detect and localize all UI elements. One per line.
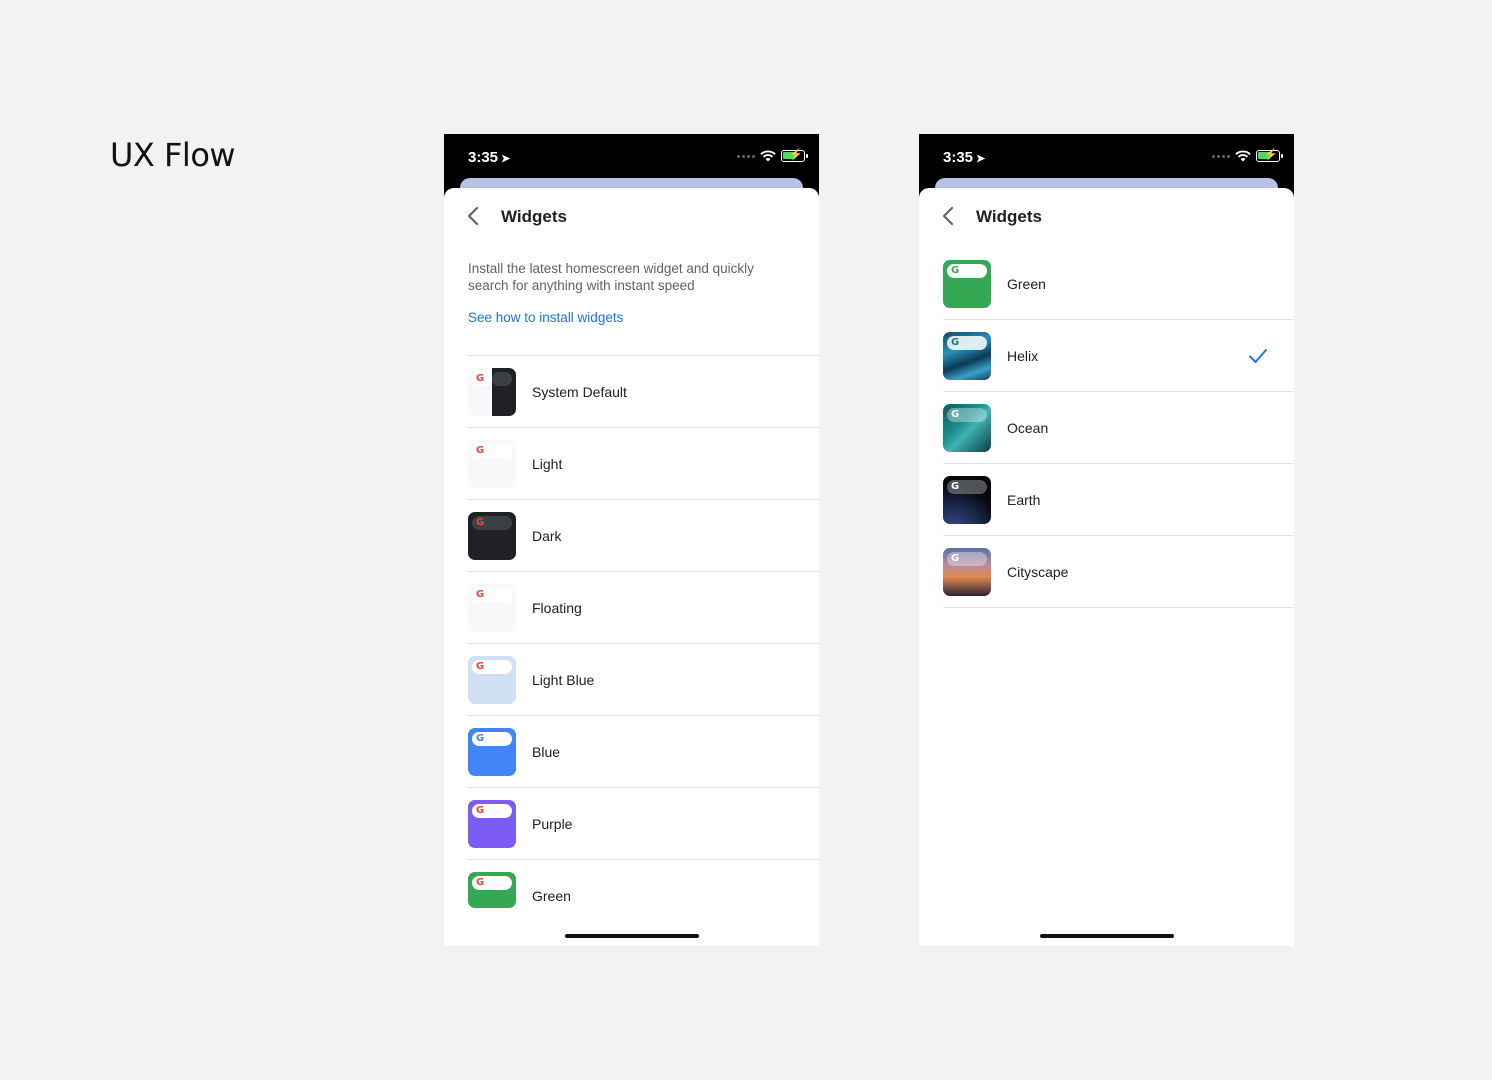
widget-style-list: G System Default G Light G Dark G Floati… <box>468 355 819 932</box>
status-time: 3:35 ➤ <box>943 149 986 166</box>
list-item-helix[interactable]: G Helix <box>943 320 1294 392</box>
google-logo-icon: G <box>476 661 485 672</box>
list-item-label: Purple <box>532 816 573 832</box>
widget-thumbnail: G <box>468 800 516 848</box>
widget-thumbnail: G <box>468 872 516 908</box>
google-logo-icon: G <box>951 409 960 420</box>
google-logo-icon: G <box>476 733 485 744</box>
list-item-label: Floating <box>532 600 582 616</box>
list-item-ocean[interactable]: G Ocean <box>943 392 1294 464</box>
widget-thumbnail: G <box>468 584 516 632</box>
home-indicator[interactable] <box>1040 934 1174 938</box>
widget-thumbnail: G <box>468 440 516 488</box>
list-item-earth[interactable]: G Earth <box>943 464 1294 536</box>
status-bar: 3:35 ➤ ⚡ <box>444 134 819 180</box>
google-logo-icon: G <box>476 805 485 816</box>
list-item-label: Light <box>532 456 563 472</box>
list-item-label: Cityscape <box>1007 564 1069 580</box>
list-item-label: Green <box>532 888 571 904</box>
battery-charging-icon: ⚡ <box>781 149 808 162</box>
list-item-system-default[interactable]: G System Default <box>468 356 819 428</box>
google-logo-icon: G <box>951 553 960 564</box>
nav-bar: Widgets <box>444 188 819 246</box>
nav-title: Widgets <box>501 207 567 226</box>
widgets-sheet: Widgets G Green G Helix G Ocean G Earth … <box>919 188 1294 946</box>
google-logo-icon: G <box>476 517 485 528</box>
list-item-blue[interactable]: G Blue <box>468 716 819 788</box>
list-item-green[interactable]: G Green <box>943 248 1294 320</box>
home-indicator[interactable] <box>565 934 699 938</box>
wifi-icon <box>760 150 776 162</box>
google-logo-icon: G <box>476 589 485 600</box>
location-arrow-icon: ➤ <box>501 153 511 165</box>
widget-theme-list: G Green G Helix G Ocean G Earth G Citysc… <box>943 248 1294 608</box>
widgets-sheet: Widgets Install the latest homescreen wi… <box>444 188 819 946</box>
list-item-dark[interactable]: G Dark <box>468 500 819 572</box>
google-logo-icon: G <box>951 337 960 348</box>
cell-signal-icon <box>1212 154 1230 158</box>
checkmark-icon <box>1249 349 1267 363</box>
list-item-label: Earth <box>1007 492 1041 508</box>
widget-thumbnail: G <box>943 404 991 452</box>
nav-title: Widgets <box>976 207 1042 226</box>
google-logo-icon: G <box>476 445 485 456</box>
list-item-label: Dark <box>532 528 562 544</box>
widget-thumbnail: G <box>943 332 991 380</box>
nav-bar: Widgets <box>919 188 1294 246</box>
list-item-green[interactable]: G Green <box>468 860 819 932</box>
list-item-floating[interactable]: G Floating <box>468 572 819 644</box>
status-bar: 3:35 ➤ ⚡ <box>919 134 1294 180</box>
list-item-light-blue[interactable]: G Light Blue <box>468 644 819 716</box>
google-logo-icon: G <box>476 373 485 384</box>
install-widgets-link[interactable]: See how to install widgets <box>468 310 623 325</box>
list-item-label: Green <box>1007 276 1046 292</box>
battery-charging-icon: ⚡ <box>1256 149 1283 162</box>
widget-thumbnail: G <box>943 260 991 308</box>
google-logo-icon: G <box>951 265 960 276</box>
widget-thumbnail: G <box>468 368 516 416</box>
location-arrow-icon: ➤ <box>976 153 986 165</box>
phone-screen-widgets-list: 3:35 ➤ ⚡ Widgets Install the latest homes… <box>444 134 819 946</box>
widget-thumbnail: G <box>468 656 516 704</box>
list-item-purple[interactable]: G Purple <box>468 788 819 860</box>
wifi-icon <box>1235 150 1251 162</box>
google-logo-icon: G <box>476 877 485 888</box>
status-time: 3:35 ➤ <box>468 149 511 166</box>
list-item-label: Blue <box>532 744 561 760</box>
list-item-label: System Default <box>532 384 627 400</box>
page-title: UX Flow <box>110 136 236 174</box>
back-chevron-icon[interactable] <box>462 204 486 228</box>
list-item-label: Ocean <box>1007 420 1049 436</box>
phone-screen-widgets-themes: 3:35 ➤ ⚡ Widgets G Green G Helix G Ocean… <box>919 134 1294 946</box>
widgets-description: Install the latest homescreen widget and… <box>468 261 754 293</box>
list-item-label: Helix <box>1007 348 1039 364</box>
widget-thumbnail: G <box>468 728 516 776</box>
list-item-label: Light Blue <box>532 672 595 688</box>
widget-thumbnail: G <box>943 548 991 596</box>
google-logo-icon: G <box>951 481 960 492</box>
back-chevron-icon[interactable] <box>937 204 961 228</box>
list-item-cityscape[interactable]: G Cityscape <box>943 536 1294 608</box>
list-item-light[interactable]: G Light <box>468 428 819 500</box>
widget-thumbnail: G <box>943 476 991 524</box>
cell-signal-icon <box>737 154 755 158</box>
widget-thumbnail: G <box>468 512 516 560</box>
